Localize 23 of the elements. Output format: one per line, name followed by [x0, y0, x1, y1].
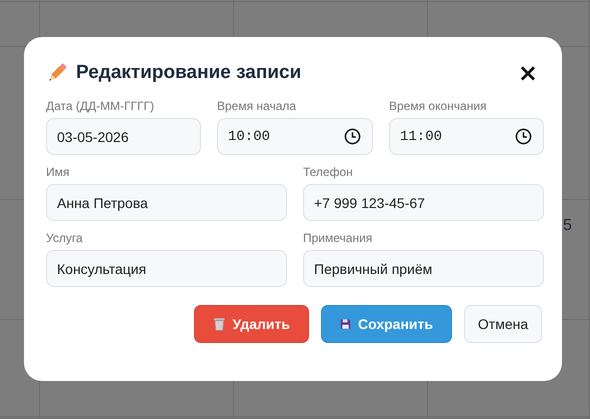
cancel-button[interactable]: Отмена [464, 305, 542, 343]
input-field[interactable]: Анна Петрова [46, 184, 287, 221]
field-label: Телефон [303, 165, 354, 179]
delete-button[interactable]: Удалить [194, 305, 309, 343]
time-field[interactable]: 10:00 [217, 118, 373, 155]
field-label: Услуга [46, 231, 84, 245]
pencil-icon [46, 62, 68, 84]
input-field[interactable]: +7 999 123-45-67 [303, 184, 544, 221]
input-field[interactable]: Первичный приём [303, 250, 544, 287]
dialog-title: Редактирование записи [76, 62, 302, 84]
clock-icon[interactable] [344, 128, 361, 145]
field-label: Время начала [217, 99, 298, 113]
field-label: Дата (ДД-ММ-ГГГГ) [46, 99, 156, 113]
input-field[interactable]: 03-05-2026 [46, 118, 201, 155]
input-field[interactable]: Консультация [46, 250, 287, 287]
time-field[interactable]: 11:00 [389, 118, 544, 155]
trash-icon [213, 317, 226, 331]
cell-text: 5 [563, 217, 572, 235]
field-label: Время окончания [389, 99, 488, 113]
field-label: Имя [46, 165, 70, 179]
clock-icon[interactable] [515, 128, 532, 145]
close-button[interactable]: × [514, 61, 542, 85]
field-label: Примечания [303, 231, 374, 245]
